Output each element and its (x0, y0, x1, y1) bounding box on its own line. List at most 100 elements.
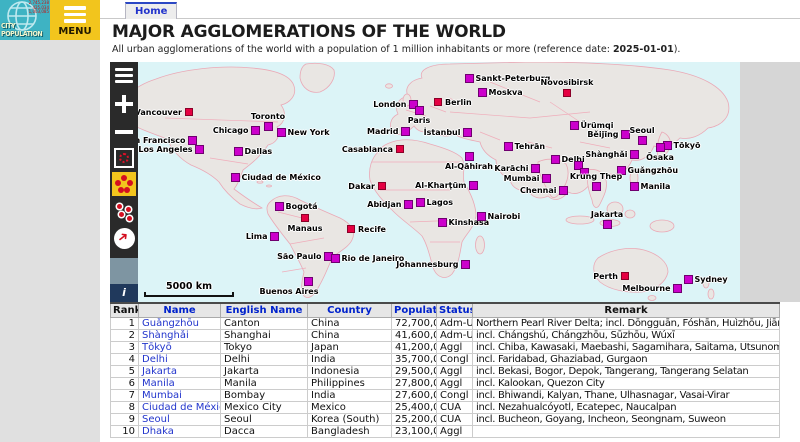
city-marker[interactable]: Běijīng (621, 130, 630, 139)
pan-arrow-button[interactable]: ➜ (114, 228, 135, 249)
zoom-out-button[interactable] (112, 120, 136, 144)
marker-square-icon[interactable] (415, 106, 424, 115)
marker-square-icon[interactable] (531, 164, 540, 173)
city-marker[interactable]: Kinshasa (438, 218, 447, 227)
city-marker[interactable]: Al-Qāhirah (465, 152, 474, 161)
marker-square-icon[interactable] (463, 128, 472, 137)
marker-square-icon[interactable] (551, 155, 560, 164)
city-marker[interactable]: Rio de Janeiro (331, 254, 340, 263)
marker-square-icon[interactable] (542, 174, 551, 183)
marker-square-icon[interactable] (504, 142, 513, 151)
city-link[interactable]: Seoul (142, 414, 170, 425)
city-marker[interactable]: Casablanca (396, 145, 404, 153)
city-marker[interactable]: Paris (415, 106, 424, 115)
marker-square-icon[interactable] (264, 122, 273, 131)
marker-square-icon[interactable] (563, 89, 571, 97)
city-marker[interactable]: Johannesburg (461, 260, 470, 269)
city-marker[interactable]: Toronto (264, 122, 273, 131)
marker-square-icon[interactable] (301, 214, 309, 222)
city-marker[interactable]: Karāchi (531, 164, 540, 173)
marker-square-icon[interactable] (185, 108, 193, 116)
marker-square-icon[interactable] (465, 152, 474, 161)
marker-square-icon[interactable] (231, 173, 240, 182)
city-link[interactable]: Dhaka (142, 426, 174, 437)
column-header-english-name[interactable]: English Name (221, 303, 308, 318)
marker-square-icon[interactable] (559, 186, 568, 195)
city-marker[interactable]: Berlin (434, 98, 442, 106)
marker-square-icon[interactable] (684, 275, 693, 284)
marker-square-icon[interactable] (434, 98, 442, 106)
city-marker[interactable]: Al-Kharṭūm (469, 181, 478, 190)
city-marker[interactable]: Melbourne (673, 284, 682, 293)
site-logo[interactable]: 2,745,238 425,034 1,003,085 CITY POPULAT… (0, 0, 50, 40)
city-marker[interactable]: Los Angeles (195, 145, 204, 154)
column-header-country[interactable]: Country (308, 303, 392, 318)
city-link[interactable]: Jakarta (142, 366, 177, 377)
marker-square-icon[interactable] (638, 136, 647, 145)
city-marker[interactable]: Ciudad de México (231, 173, 240, 182)
city-marker[interactable]: Nairobi (477, 212, 486, 221)
city-marker[interactable]: Dallas (234, 147, 243, 156)
city-marker[interactable]: Manila (630, 182, 639, 191)
city-marker[interactable]: Chicago (251, 126, 260, 135)
city-marker[interactable]: Buenos Aires (304, 277, 313, 286)
marker-square-icon[interactable] (378, 182, 386, 190)
city-marker[interactable]: Vancouver (185, 108, 193, 116)
marker-square-icon[interactable] (401, 127, 410, 136)
city-marker[interactable]: Ürümqi (570, 121, 579, 130)
marker-square-icon[interactable] (331, 254, 340, 263)
tab-home[interactable]: Home (125, 2, 177, 19)
city-marker[interactable]: Delhi (551, 155, 560, 164)
city-link[interactable]: Ciudad de México (142, 402, 221, 413)
city-marker[interactable]: San Francisco (188, 136, 197, 145)
marker-square-icon[interactable] (188, 136, 197, 145)
city-link[interactable]: Tōkyō (142, 342, 172, 353)
city-marker[interactable]: Dakar (378, 182, 386, 190)
marker-square-icon[interactable] (477, 212, 486, 221)
city-marker[interactable]: Moskva (478, 88, 487, 97)
world-map[interactable]: VancouverTorontoChicagoNew YorkSan Franc… (110, 62, 740, 302)
marker-square-icon[interactable] (438, 218, 447, 227)
city-marker[interactable]: Novosibirsk (563, 89, 571, 97)
marker-square-icon[interactable] (621, 272, 629, 280)
marker-square-icon[interactable] (630, 150, 639, 159)
city-marker[interactable]: Perth (621, 272, 629, 280)
column-header-population[interactable]: Population (392, 303, 437, 318)
city-marker[interactable]: İstanbul (463, 128, 472, 137)
zoom-in-button[interactable] (112, 92, 136, 116)
city-marker[interactable]: Shànghǎi (630, 150, 639, 159)
city-marker[interactable]: Krung Thep (592, 182, 601, 191)
marker-square-icon[interactable] (416, 198, 425, 207)
marker-square-icon[interactable] (621, 130, 630, 139)
marker-square-icon[interactable] (347, 225, 355, 233)
city-marker[interactable]: Tehrān (504, 142, 513, 151)
marker-square-icon[interactable] (603, 220, 612, 229)
marker-square-icon[interactable] (469, 181, 478, 190)
city-marker[interactable]: Madrid (401, 127, 410, 136)
marker-square-icon[interactable] (630, 182, 639, 191)
city-link[interactable]: Delhi (142, 354, 168, 365)
city-marker[interactable]: Manaus (301, 214, 309, 222)
city-marker[interactable]: Recife (347, 225, 355, 233)
map-menu-button[interactable] (112, 64, 136, 88)
map-info-button[interactable]: i (110, 284, 138, 302)
city-link[interactable]: Manila (142, 378, 175, 389)
city-link[interactable]: Guǎngzhōu (142, 318, 199, 329)
marker-square-icon[interactable] (251, 126, 260, 135)
city-marker[interactable]: Jakarta (603, 220, 612, 229)
marker-square-icon[interactable] (234, 147, 243, 156)
city-marker[interactable]: Sankt-Peterburg (465, 74, 474, 83)
city-marker[interactable]: Lagos (416, 198, 425, 207)
dot-density-button[interactable] (112, 200, 136, 224)
population-cluster-button[interactable] (112, 172, 136, 196)
marker-square-icon[interactable] (396, 145, 404, 153)
marker-square-icon[interactable] (465, 74, 474, 83)
marker-square-icon[interactable] (270, 232, 279, 241)
marker-square-icon[interactable] (404, 200, 413, 209)
marker-square-icon[interactable] (461, 260, 470, 269)
city-link[interactable]: Mumbai (142, 390, 182, 401)
menu-button[interactable]: MENU (50, 0, 100, 40)
city-marker[interactable]: Lima (270, 232, 279, 241)
marker-square-icon[interactable] (195, 145, 204, 154)
marker-square-icon[interactable] (277, 128, 286, 137)
